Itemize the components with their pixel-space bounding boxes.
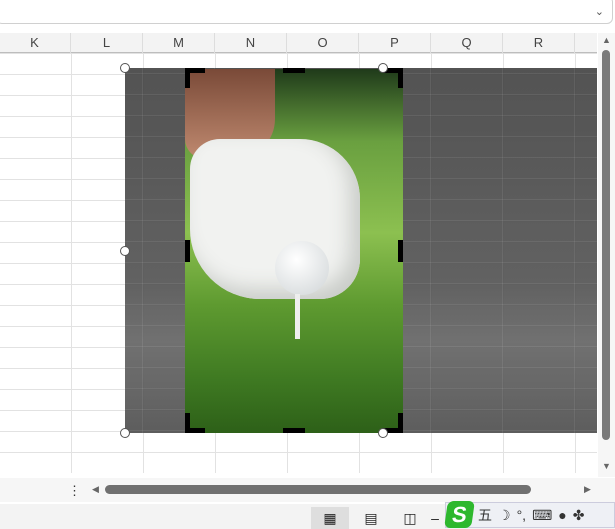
column-header-r[interactable]: R	[503, 33, 575, 53]
crop-handle-bottom-right-v[interactable]	[398, 413, 403, 433]
page-break-icon: ◫	[403, 510, 417, 526]
normal-view-button[interactable]: ▦	[311, 507, 349, 529]
horizontal-scroll-thumb[interactable]	[105, 485, 531, 494]
golf-ball	[275, 241, 329, 295]
formula-bar[interactable]: ⌄	[0, 0, 613, 24]
resize-handle-bottom-right[interactable]	[378, 428, 388, 438]
sogou-logo[interactable]: S	[444, 501, 475, 528]
resize-handle-bottom-left[interactable]	[120, 428, 130, 438]
column-header-m[interactable]: M	[143, 33, 215, 53]
vertical-scrollbar[interactable]: ▲ ▼	[598, 33, 615, 477]
zoom-out-button[interactable]: –	[425, 507, 445, 529]
page-break-preview-button[interactable]: ◫	[391, 507, 429, 529]
scroll-left-icon[interactable]: ◀	[92, 484, 99, 495]
more-options-icon[interactable]: ⋮	[68, 483, 81, 499]
half-width-moon-icon[interactable]: ☽	[498, 507, 511, 524]
crop-handle-top[interactable]	[283, 68, 305, 73]
tee	[295, 294, 300, 339]
page-icon: ▤	[364, 510, 378, 526]
column-header-o[interactable]: O	[287, 33, 359, 53]
column-header-q[interactable]: Q	[431, 33, 503, 53]
vertical-scroll-thumb[interactable]	[602, 50, 610, 440]
resize-handle-left[interactable]	[120, 246, 130, 256]
resize-handle-top-left[interactable]	[120, 63, 130, 73]
column-header-p[interactable]: P	[359, 33, 431, 53]
golf-photo[interactable]	[185, 69, 403, 433]
wubi-mode-icon[interactable]: 五	[478, 505, 492, 525]
expand-formula-icon[interactable]: ⌄	[595, 5, 604, 18]
scroll-up-icon[interactable]: ▲	[602, 35, 611, 45]
crop-handle-left[interactable]	[185, 240, 190, 262]
page-layout-button[interactable]: ▤	[352, 507, 390, 529]
grid-icon: ▦	[323, 510, 337, 526]
column-header-k[interactable]: K	[0, 33, 71, 53]
punctuation-icon[interactable]: °,	[517, 507, 527, 523]
horizontal-scrollbar[interactable]: ⋮ ◀ ▶	[0, 478, 615, 502]
crop-handle-bottom[interactable]	[283, 428, 305, 433]
crop-handle-top-left-v[interactable]	[185, 68, 190, 88]
keyboard-icon[interactable]: ⌨	[532, 507, 552, 524]
crop-handle-right[interactable]	[398, 240, 403, 262]
column-header-l[interactable]: L	[71, 33, 143, 53]
scroll-down-icon[interactable]: ▼	[602, 461, 611, 471]
crop-handle-bottom-left-v[interactable]	[185, 413, 190, 433]
resize-handle-top-right[interactable]	[378, 63, 388, 73]
column-headers: K L M N O P Q R	[0, 33, 597, 53]
ime-toolbar[interactable]: S 五 ☽ °, ⌨ ● ✤	[444, 501, 615, 528]
toolbox-icon[interactable]: ✤	[573, 507, 585, 524]
scroll-right-icon[interactable]: ▶	[584, 484, 591, 495]
column-header-n[interactable]: N	[215, 33, 287, 53]
crop-handle-top-right-v[interactable]	[398, 68, 403, 88]
user-icon[interactable]: ●	[558, 507, 566, 523]
